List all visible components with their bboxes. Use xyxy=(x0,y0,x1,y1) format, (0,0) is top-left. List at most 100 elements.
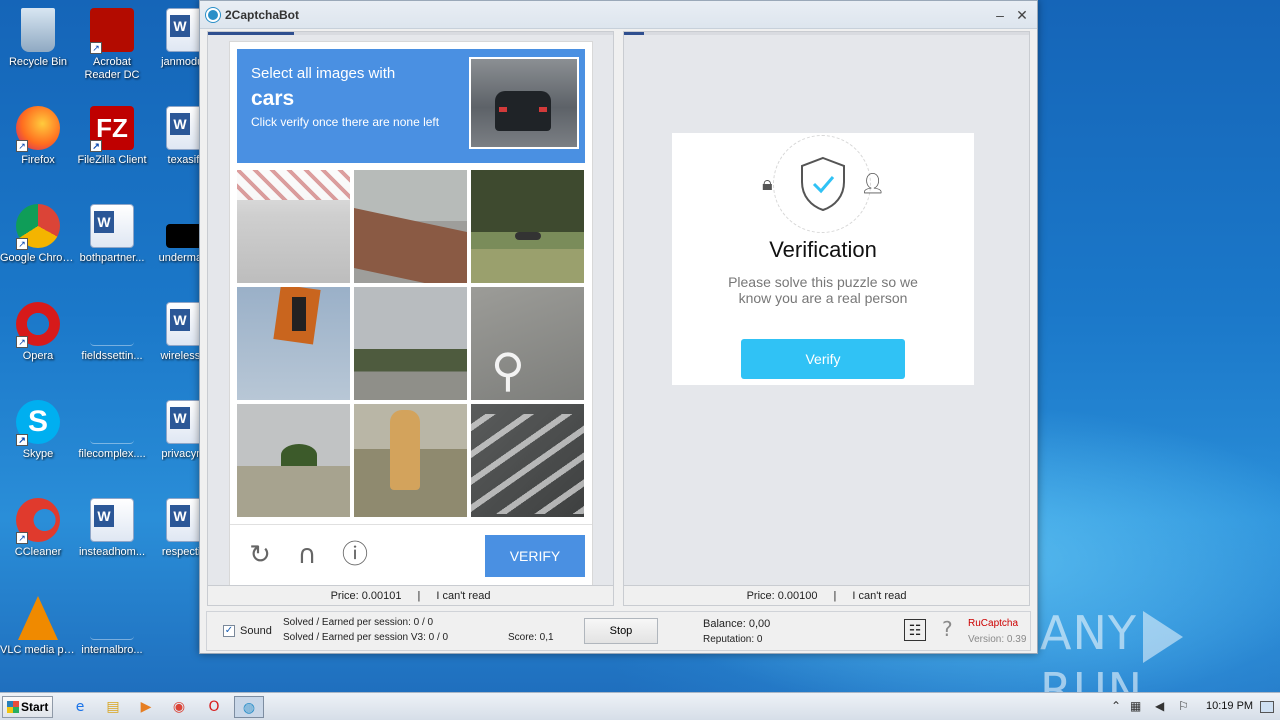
captcha-image-grid: ⚲ xyxy=(237,170,585,518)
windows-logo-icon xyxy=(7,701,19,713)
captcha-instruction: Select all images with xyxy=(251,65,396,82)
status-bar: ✓ Sound Solved / Earned per session: 0 /… xyxy=(206,611,1031,651)
version-label: Version: 0.39 xyxy=(968,634,1027,645)
right-progress-bar xyxy=(624,32,1029,35)
settings-icon[interactable]: ☷ xyxy=(904,619,926,641)
right-cant-read-link[interactable]: I can't read xyxy=(852,590,906,602)
lock-icon: 🔒︎ xyxy=(762,171,773,195)
blank-file-icon xyxy=(90,400,134,444)
explorer-icon[interactable]: ▤ xyxy=(101,696,125,718)
desktop-icon-skype[interactable]: S ↗ Skype xyxy=(0,400,76,461)
sound-label[interactable]: Sound xyxy=(240,625,272,637)
verification-title: Verification xyxy=(769,237,877,262)
show-desktop-icon[interactable] xyxy=(1260,701,1274,713)
user-icon: 👤︎ xyxy=(860,171,886,195)
captcha-tile[interactable] xyxy=(354,170,467,283)
desktop-icon-acrobat[interactable]: ↗ Acrobat Reader DC xyxy=(74,8,150,82)
desktop-icon-filezilla[interactable]: FZ ↗ FileZilla Client xyxy=(74,106,150,167)
desktop-icon-fieldssettin[interactable]: fieldssettin... xyxy=(74,302,150,363)
desktop-icon-ccleaner[interactable]: ↗ CCleaner xyxy=(0,498,76,559)
right-price: Price: 0.00100 xyxy=(746,589,818,602)
captcha-tile[interactable] xyxy=(237,287,350,400)
ccleaner-icon: ↗ xyxy=(16,498,60,544)
captcha-header: Select all images with cars Click verify… xyxy=(237,49,585,163)
separator: | xyxy=(833,589,837,602)
captcha-tile[interactable] xyxy=(354,404,467,517)
desktop-icon-doc-bothpartner[interactable]: bothpartner... xyxy=(74,204,150,265)
solved-earned-v3: Solved / Earned per session V3: 0 / 0 xyxy=(283,632,449,643)
minimize-button[interactable]: – xyxy=(990,6,1010,24)
captcha-tile[interactable] xyxy=(237,170,350,283)
filezilla-icon: FZ ↗ xyxy=(90,106,134,152)
captcha-hint: Click verify once there are none left xyxy=(251,115,440,129)
start-button[interactable]: Start xyxy=(2,696,53,718)
chrome-icon: ↗ xyxy=(16,204,60,250)
help-icon[interactable]: ? xyxy=(942,617,953,641)
left-price: Price: 0.00101 xyxy=(330,589,402,602)
left-progress-bar xyxy=(208,32,613,35)
desktop-icon-internalbro[interactable]: internalbro... xyxy=(74,596,150,657)
sound-checkbox[interactable]: ✓ xyxy=(223,625,235,637)
word-doc-icon xyxy=(90,498,134,542)
desktop-icon-recycle-bin[interactable]: Recycle Bin xyxy=(0,8,76,69)
score: Score: 0,1 xyxy=(508,632,554,643)
balance: Balance: 0,00 xyxy=(703,618,771,630)
captcha-tile[interactable]: ⚲ xyxy=(471,287,584,400)
captchabot-taskbar-icon[interactable]: ◍ xyxy=(234,696,264,718)
separator: | xyxy=(417,589,421,602)
desktop-icon-firefox[interactable]: ↗ Firefox xyxy=(0,106,76,167)
desktop-icon-insteadhom[interactable]: insteadhom... xyxy=(74,498,150,559)
media-player-icon[interactable]: ▶ xyxy=(134,696,158,718)
blank-file-icon xyxy=(90,596,134,640)
skype-icon: S ↗ xyxy=(16,400,60,446)
title-bar[interactable]: 2CaptchaBot – ✕ xyxy=(200,1,1037,29)
network-icon[interactable]: ▦ xyxy=(1130,699,1141,713)
flag-icon[interactable]: ⚐ xyxy=(1178,699,1189,713)
shield-check-icon xyxy=(773,135,871,233)
captcha-sample-image xyxy=(469,57,579,149)
stop-button[interactable]: Stop xyxy=(584,618,658,644)
captcha-verify-button[interactable]: VERIFY xyxy=(485,535,585,577)
desktop-icon-vlc[interactable]: VLC media player xyxy=(0,596,76,657)
info-icon[interactable]: ⓘ xyxy=(341,541,369,569)
reputation: Reputation: 0 xyxy=(703,634,763,645)
captcha-tile[interactable] xyxy=(471,170,584,283)
audio-icon[interactable]: ∩ xyxy=(293,541,321,569)
desktop-icon-filecomplex[interactable]: filecomplex.... xyxy=(74,400,150,461)
verify-button[interactable]: Verify xyxy=(741,339,905,379)
captcha-target: cars xyxy=(251,87,295,110)
desktop-icon-chrome[interactable]: ↗ Google Chrome xyxy=(0,204,76,265)
blank-file-icon xyxy=(90,302,134,346)
close-button[interactable]: ✕ xyxy=(1012,6,1032,24)
verification-text: Please solve this puzzle so we know you … xyxy=(728,274,918,306)
verification-card: 🔒︎ 👤︎ Verification Please solve this puz… xyxy=(672,133,974,385)
captcha-tile[interactable] xyxy=(471,404,584,517)
left-cant-read-link[interactable]: I can't read xyxy=(436,590,490,602)
chrome-taskbar-icon[interactable]: ◉ xyxy=(167,696,191,718)
captcha-tile[interactable] xyxy=(237,404,350,517)
app-window: 2CaptchaBot – ✕ Select all images with c… xyxy=(199,0,1038,654)
refresh-icon[interactable]: ↻ xyxy=(246,541,274,569)
right-panel-footer: Price: 0.00100 | I can't read xyxy=(624,585,1029,605)
right-captcha-panel: 🔒︎ 👤︎ Verification Please solve this puz… xyxy=(623,31,1030,606)
desktop-icon-opera[interactable]: ↗ Opera xyxy=(0,302,76,363)
rucaptcha-link[interactable]: RuCaptcha xyxy=(968,618,1018,629)
captcha-tile[interactable] xyxy=(354,287,467,400)
acrobat-icon: ↗ xyxy=(90,8,134,54)
taskbar: Start e ▤ ▶ ◉ O ◍ ⌃ ▦ ◀ ⚐ 10:19 PM xyxy=(0,692,1280,720)
opera-taskbar-icon[interactable]: O xyxy=(202,696,226,718)
bicycle-icon: ⚲ xyxy=(491,343,525,397)
window-title: 2CaptchaBot xyxy=(225,7,300,22)
tray-expand-icon[interactable]: ⌃ xyxy=(1111,699,1121,713)
ie-icon[interactable]: e xyxy=(68,696,92,718)
clock[interactable]: 10:19 PM xyxy=(1206,700,1253,712)
left-captcha-panel: Select all images with cars Click verify… xyxy=(207,31,614,606)
app-icon xyxy=(206,7,220,22)
left-panel-footer: Price: 0.00101 | I can't read xyxy=(208,585,613,605)
solved-earned: Solved / Earned per session: 0 / 0 xyxy=(283,617,434,628)
volume-icon[interactable]: ◀ xyxy=(1155,699,1164,713)
firefox-icon: ↗ xyxy=(16,106,60,152)
recycle-bin-icon xyxy=(21,8,55,52)
word-doc-icon xyxy=(90,204,134,248)
vlc-icon xyxy=(18,596,58,640)
